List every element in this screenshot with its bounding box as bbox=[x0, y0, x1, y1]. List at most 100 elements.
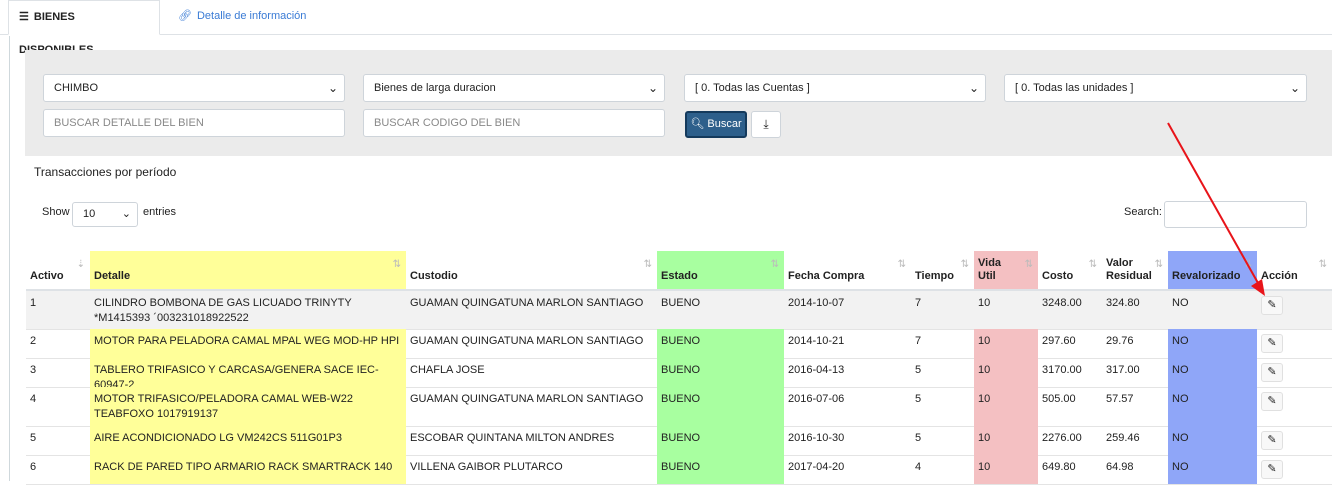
tab-detalle-informacion[interactable]: 🔗︎ Detalle de información bbox=[168, 0, 316, 33]
header-accion[interactable]: Acción ⇅ bbox=[1257, 251, 1332, 291]
cell-accion: ✎ bbox=[1257, 426, 1332, 455]
sort-icon: ⇅ bbox=[770, 259, 779, 270]
cell-reval: NO bbox=[1172, 297, 1189, 309]
edit-icon[interactable]: ✎ bbox=[1261, 460, 1283, 479]
cell-residual: 57.57 bbox=[1106, 393, 1134, 405]
branch-select[interactable]: CHIMBO ⌄ bbox=[43, 74, 345, 102]
cell-detalle: TABLERO TRIFASICO Y CARCASA/GENERA SACE … bbox=[90, 358, 406, 387]
code-search-input[interactable]: BUSCAR CODIGO DEL BIEN bbox=[363, 109, 665, 137]
header-custodio[interactable]: Custodio ⇅ bbox=[406, 251, 657, 291]
header-fecha-compra[interactable]: Fecha Compra ⇅ bbox=[784, 251, 911, 291]
cell-detalle: MOTOR TRIFASICO/PELADORA CAMAL WEB-W22 T… bbox=[90, 387, 406, 426]
cell-detalle: CILINDRO BOMBONA DE GAS LICUADO TRINYTY … bbox=[94, 297, 352, 324]
cell-detalle: MOTOR PARA PELADORA CAMAL MPAL WEG MOD-H… bbox=[90, 329, 406, 358]
edit-icon[interactable]: ✎ bbox=[1261, 431, 1283, 450]
header-label: Costo bbox=[1042, 270, 1074, 282]
table-search-label: Search: bbox=[1124, 206, 1162, 218]
header-tiempo[interactable]: Tiempo ⇅ bbox=[911, 251, 974, 291]
header-label: Vida Util bbox=[978, 257, 1002, 282]
detail-search-input[interactable]: BUSCAR DETALLE DEL BIEN bbox=[43, 109, 345, 137]
cell-accion: ✎ bbox=[1257, 455, 1332, 484]
header-estado[interactable]: Estado ⇅ bbox=[657, 251, 784, 291]
cell-reval: NO bbox=[1168, 387, 1257, 426]
cell-custodio: GUAMAN QUINGATUNA MARLON SANTIAGO bbox=[410, 335, 644, 347]
header-valor-residual[interactable]: Valor Residual ⇅ bbox=[1102, 251, 1168, 291]
header-label: Custodio bbox=[410, 270, 458, 282]
download-button[interactable]: ⤓ bbox=[751, 111, 781, 138]
type-select[interactable]: Bienes de larga duracion ⌄ bbox=[363, 74, 665, 102]
search-icon: 🔍︎ bbox=[690, 118, 705, 130]
header-label: Revalorizado bbox=[1172, 270, 1241, 282]
header-activo[interactable]: Activo ⇣ bbox=[26, 251, 90, 291]
cell-reval: NO bbox=[1168, 426, 1257, 455]
cell-vida: 10 bbox=[974, 387, 1038, 426]
cell-detalle: AIRE ACONDICIONADO LG VM242CS 511G01P3 bbox=[90, 426, 406, 455]
tab-bar: ☰BIENES DISPONIBLES 🔗︎ Detalle de informa… bbox=[0, 0, 1332, 56]
chevron-down-icon: ⌄ bbox=[121, 208, 131, 220]
tab-bienes-disponibles[interactable]: ☰BIENES DISPONIBLES bbox=[8, 0, 160, 56]
link-icon: 🔗︎ bbox=[178, 10, 192, 22]
header-revalorizado[interactable]: Revalorizado ⇅ bbox=[1168, 251, 1257, 291]
content-border bbox=[9, 36, 10, 481]
type-select-value: Bienes de larga duracion bbox=[374, 82, 496, 94]
cell-vida: 10 bbox=[974, 426, 1038, 455]
cell-activo: 5 bbox=[30, 432, 37, 444]
header-vida-util[interactable]: Vida Util ⇅ bbox=[974, 251, 1038, 291]
cell-activo: 3 bbox=[30, 364, 37, 376]
cell-fecha: 2017-04-20 bbox=[788, 461, 845, 473]
tab-label: Detalle de información bbox=[196, 10, 307, 22]
sort-icon: ⇅ bbox=[1154, 259, 1163, 270]
header-label: Valor Residual bbox=[1106, 257, 1152, 282]
cell-estado: BUENO bbox=[657, 329, 784, 358]
edit-icon[interactable]: ✎ bbox=[1261, 392, 1283, 411]
cell-estado: BUENO bbox=[657, 426, 784, 455]
cell-costo: 297.60 bbox=[1042, 335, 1076, 347]
cell-residual: 64.98 bbox=[1106, 461, 1134, 473]
cell-costo: 3248.00 bbox=[1042, 297, 1082, 309]
sort-icon: ⇅ bbox=[1318, 259, 1327, 270]
search-button[interactable]: 🔍︎ Buscar bbox=[685, 111, 747, 138]
edit-icon[interactable]: ✎ bbox=[1261, 363, 1283, 382]
header-label: Estado bbox=[661, 270, 698, 282]
header-costo[interactable]: Costo ⇅ bbox=[1038, 251, 1102, 291]
cell-accion: ✎ bbox=[1257, 358, 1332, 387]
cell-tiempo: 5 bbox=[915, 432, 922, 444]
page-size-select[interactable]: 10 ⌄ bbox=[72, 202, 138, 227]
header-label: Fecha Compra bbox=[788, 270, 865, 282]
cell-costo: 2276.00 bbox=[1042, 432, 1082, 444]
list-icon: ☰ bbox=[19, 11, 29, 23]
filter-panel bbox=[25, 50, 1332, 156]
cell-estado: BUENO bbox=[657, 387, 784, 426]
cell-tiempo: 7 bbox=[915, 335, 922, 347]
accounts-select-value: [ 0. Todas las Cuentas ] bbox=[695, 82, 810, 94]
cell-custodio: VILLENA GAIBOR PLUTARCO bbox=[410, 461, 563, 473]
cell-vida: 10 bbox=[974, 329, 1038, 358]
page-size-value: 10 bbox=[83, 208, 96, 220]
cell-residual: 29.76 bbox=[1106, 335, 1134, 347]
download-icon: ⤓ bbox=[763, 117, 769, 131]
cell-fecha: 2014-10-21 bbox=[788, 335, 845, 347]
section-title: Transacciones por período bbox=[34, 165, 177, 179]
sort-icon: ⇅ bbox=[1024, 259, 1033, 270]
chevron-down-icon: ⌄ bbox=[968, 81, 979, 95]
sort-icon: ⇅ bbox=[392, 259, 401, 270]
units-select[interactable]: [ 0. Todas las unidades ] ⌄ bbox=[1004, 74, 1307, 102]
chevron-down-icon: ⌄ bbox=[647, 81, 658, 95]
cell-reval: NO bbox=[1168, 358, 1257, 387]
header-label: Detalle bbox=[94, 270, 131, 282]
table-row: 2 MOTOR PARA PELADORA CAMAL MPAL WEG MOD-… bbox=[26, 329, 1332, 359]
chevron-down-icon: ⌄ bbox=[327, 81, 338, 95]
table-search-input[interactable] bbox=[1164, 201, 1307, 228]
header-detalle[interactable]: Detalle ⇅ bbox=[90, 251, 406, 291]
show-label: Show bbox=[42, 206, 70, 218]
cell-fecha: 2016-10-30 bbox=[788, 432, 845, 444]
edit-icon[interactable]: ✎ bbox=[1261, 334, 1283, 353]
cell-accion: ✎ bbox=[1257, 387, 1332, 426]
edit-icon[interactable]: ✎ bbox=[1261, 296, 1283, 315]
cell-activo: 6 bbox=[30, 461, 37, 473]
accounts-select[interactable]: [ 0. Todas las Cuentas ] ⌄ bbox=[684, 74, 986, 102]
cell-custodio: GUAMAN QUINGATUNA MARLON SANTIAGO bbox=[410, 393, 644, 405]
cell-activo: 1 bbox=[30, 297, 37, 309]
cell-custodio: GUAMAN QUINGATUNA MARLON SANTIAGO bbox=[410, 297, 644, 309]
cell-reval: NO bbox=[1168, 455, 1257, 484]
